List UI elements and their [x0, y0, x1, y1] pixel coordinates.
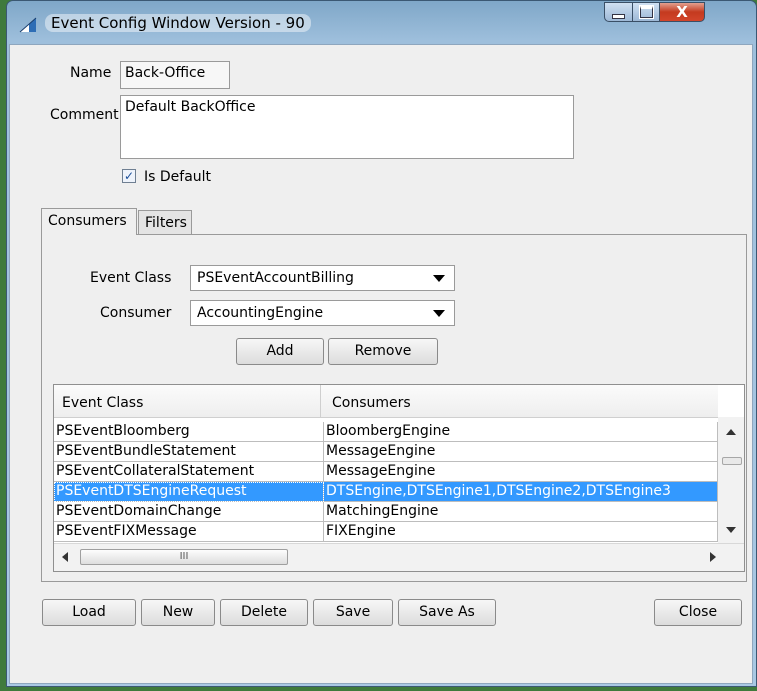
window-title: Event Config Window Version - 90 — [45, 14, 311, 32]
minimize-icon — [612, 13, 625, 19]
scroll-down-icon[interactable] — [726, 527, 736, 533]
tab-consumers[interactable]: Consumers — [41, 208, 137, 235]
close-window-button[interactable]: X — [659, 2, 705, 22]
scroll-right-icon[interactable] — [710, 552, 716, 562]
is-default-checkbox[interactable]: ✓ — [122, 169, 136, 183]
save-button[interactable]: Save — [313, 599, 393, 626]
delete-button[interactable]: Delete — [220, 599, 308, 626]
load-button[interactable]: Load — [42, 599, 136, 626]
consumers-cell: BloombergEngine — [324, 422, 718, 442]
horizontal-scroll-thumb[interactable]: III — [80, 549, 288, 565]
horizontal-scrollbar[interactable]: III — [54, 543, 744, 571]
new-button[interactable]: New — [141, 599, 215, 626]
close-icon: X — [676, 3, 688, 21]
event-class-cell: PSEventBloomberg — [54, 422, 324, 442]
column-header-event-class[interactable]: Event Class — [62, 395, 143, 411]
table-row[interactable]: PSEventBundleStatement MessageEngine — [54, 442, 718, 462]
consumer-label: Consumer — [100, 305, 172, 321]
event-class-dropdown[interactable]: PSEventAccountBilling — [190, 265, 455, 291]
consumer-value: AccountingEngine — [197, 305, 324, 321]
table-row-selected[interactable]: PSEventDTSEngineRequest DTSEngine,DTSEng… — [54, 482, 718, 502]
table-header: Event Class Consumers — [54, 385, 718, 418]
name-field[interactable]: Back-Office — [120, 61, 230, 89]
scroll-left-icon[interactable] — [62, 552, 68, 562]
consumers-cell: MatchingEngine — [324, 502, 718, 522]
minimize-button[interactable] — [604, 2, 632, 22]
add-button[interactable]: Add — [236, 338, 324, 365]
consumers-cell: DTSEngine,DTSEngine1,DTSEngine2,DTSEngin… — [324, 482, 718, 502]
column-header-consumers[interactable]: Consumers — [332, 395, 411, 411]
scroll-up-icon[interactable] — [726, 429, 736, 435]
consumers-cell: FIXEngine — [324, 522, 718, 542]
vertical-scroll-thumb[interactable] — [722, 457, 742, 465]
event-class-cell: PSEventFIXMessage — [54, 522, 324, 542]
event-class-value: PSEventAccountBilling — [197, 270, 354, 286]
comment-label: Comment — [50, 107, 119, 123]
table-row[interactable]: PSEventCollateralStatement MessageEngine — [54, 462, 718, 482]
name-label: Name — [70, 65, 112, 81]
table-row[interactable]: PSEventDomainChange MatchingEngine — [54, 502, 718, 522]
event-consumers-table: Event Class Consumers PSEventBloomberg B… — [53, 384, 745, 572]
window-content: Name Back-Office Comment Default BackOff… — [9, 44, 753, 684]
consumers-cell: MessageEngine — [324, 442, 718, 462]
dropdown-arrow-icon — [433, 310, 445, 317]
event-class-label: Event Class — [90, 270, 172, 286]
title-bar[interactable]: Event Config Window Version - 90 X — [7, 1, 756, 41]
vertical-scrollbar[interactable] — [718, 417, 744, 543]
save-as-button[interactable]: Save As — [398, 599, 496, 626]
event-class-cell: PSEventDTSEngineRequest — [54, 482, 324, 502]
table-row[interactable]: PSEventBloomberg BloombergEngine — [54, 422, 718, 442]
is-default-label: Is Default — [144, 169, 212, 185]
consumers-cell: MessageEngine — [324, 462, 718, 482]
event-class-cell: PSEventBundleStatement — [54, 442, 324, 462]
dropdown-arrow-icon — [433, 275, 445, 282]
maximize-button[interactable] — [632, 2, 659, 22]
app-icon — [19, 17, 37, 33]
comment-field[interactable]: Default BackOffice — [120, 95, 574, 159]
maximize-icon — [638, 5, 654, 19]
remove-button[interactable]: Remove — [328, 338, 438, 365]
consumer-dropdown[interactable]: AccountingEngine — [190, 300, 455, 326]
tab-filters[interactable]: Filters — [138, 210, 192, 235]
event-class-cell: PSEventDomainChange — [54, 502, 324, 522]
close-button[interactable]: Close — [654, 599, 742, 626]
event-config-window: Event Config Window Version - 90 X Name … — [6, 0, 757, 687]
event-class-cell: PSEventCollateralStatement — [54, 462, 324, 482]
table-row[interactable]: PSEventFIXMessage FIXEngine — [54, 522, 718, 542]
column-divider[interactable] — [320, 385, 321, 417]
